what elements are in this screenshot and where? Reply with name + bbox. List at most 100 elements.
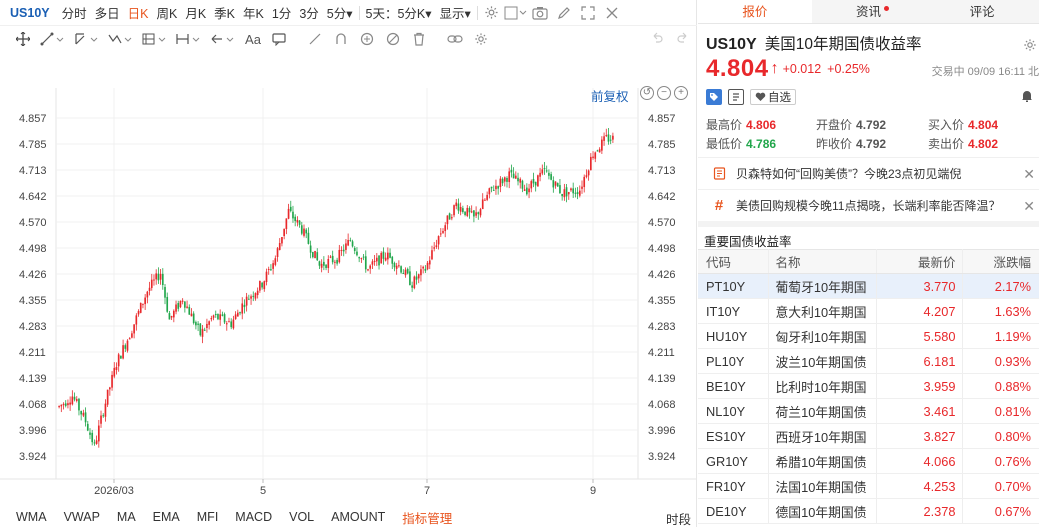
cell-code: ES10Y: [698, 423, 769, 449]
table-row[interactable]: DE10Y 德国10年期国债 2.378 0.67%: [698, 498, 1039, 524]
indicator-mfi[interactable]: MFI: [197, 510, 219, 524]
table-row[interactable]: BE10Y 比利时10年期国 3.959 0.88%: [698, 373, 1039, 399]
bell-icon[interactable]: [1019, 89, 1035, 105]
close-icon[interactable]: [600, 3, 624, 23]
period-5day-dropdown[interactable]: 5天：5分K▾: [362, 3, 436, 22]
period-weekly-k[interactable]: 周K: [152, 3, 181, 22]
crosshair-icon[interactable]: [10, 28, 36, 50]
camera-icon[interactable]: [528, 3, 552, 23]
zoom-in-icon[interactable]: +: [674, 86, 688, 100]
period-daily-k[interactable]: 日K: [124, 3, 153, 22]
ruler-icon[interactable]: [302, 28, 328, 50]
range-measure-icon[interactable]: [172, 28, 206, 50]
undo-icon[interactable]: [644, 28, 670, 50]
candle-body: [192, 313, 195, 324]
arrow-tool-icon[interactable]: [206, 28, 240, 50]
candle-body: [605, 135, 608, 137]
trend-line-icon[interactable]: [36, 28, 70, 50]
note-icon[interactable]: [728, 89, 744, 105]
period-yearly-k[interactable]: 年K: [239, 3, 268, 22]
candle-body: [184, 301, 186, 308]
candle-body: [552, 180, 555, 188]
y-tick-label-left: 4.283: [19, 321, 47, 333]
table-row[interactable]: IT10Y 意大利10年期国 4.207 1.63%: [698, 298, 1039, 324]
quote-panel: 报价 资讯 评论 US10Y 美国10年期国债收益率 4.804 ↑ +0.01…: [698, 0, 1039, 527]
column-header-change[interactable]: 涨跌幅: [962, 249, 1039, 274]
drawing-settings-icon[interactable]: [468, 28, 494, 50]
cell-name: 匈牙利10年期国: [768, 323, 877, 349]
kline-svg[interactable]: 4.857 4.857 4.785 4.785 4.713 4.713 4.642 4.642…: [0, 52, 697, 507]
adjust-mode-button[interactable]: 前复权: [591, 86, 629, 105]
indicator-ema[interactable]: EMA: [153, 510, 180, 524]
session-button[interactable]: 时段: [666, 509, 691, 527]
hide-drawing-icon[interactable]: [380, 28, 406, 50]
table-row[interactable]: FR10Y 法国10年期国债 4.253 0.70%: [698, 473, 1039, 499]
add-watchlist-button[interactable]: 自选: [750, 89, 796, 105]
close-icon[interactable]: ✕: [1023, 198, 1035, 215]
comment-icon[interactable]: [266, 28, 292, 50]
channel-line-icon[interactable]: [70, 28, 104, 50]
candle-body: [517, 177, 519, 182]
indicator-amount[interactable]: AMOUNT: [331, 510, 385, 524]
candle-body: [561, 193, 563, 197]
tag-icon[interactable]: [706, 89, 722, 105]
pencil-icon[interactable]: [552, 3, 576, 23]
table-row[interactable]: HU10Y 匈牙利10年期国 5.580 1.19%: [698, 323, 1039, 349]
reset-icon[interactable]: ↺: [640, 86, 654, 100]
indicator-macd[interactable]: MACD: [235, 510, 272, 524]
cell-change: 0.88%: [962, 373, 1039, 399]
tab-quote[interactable]: 报价: [698, 0, 812, 23]
column-header-name[interactable]: 名称: [768, 249, 877, 274]
period-quarterly-k[interactable]: 季K: [210, 3, 239, 22]
trash-icon[interactable]: [406, 28, 432, 50]
news-item[interactable]: 贝森特如何“回购美债”？今晚23点初见端倪 ✕: [698, 157, 1039, 189]
link-icon[interactable]: [442, 28, 468, 50]
indicator-vol[interactable]: VOL: [289, 510, 314, 524]
news-item[interactable]: # 美债回购规模今晚11点揭晓，长端利率能否降温？ ✕: [698, 189, 1039, 221]
tab-news[interactable]: 资讯: [811, 0, 926, 23]
table-row[interactable]: PL10Y 波兰10年期国债 6.181 0.93%: [698, 348, 1039, 374]
redo-icon[interactable]: [670, 28, 696, 50]
cell-name: 希腊10年期国债: [768, 448, 877, 474]
symbol-label[interactable]: US10Y: [6, 6, 58, 20]
period-1min[interactable]: 1分: [268, 3, 295, 22]
cell-price: 3.827: [876, 423, 963, 449]
kline-chart[interactable]: 4.857 4.857 4.785 4.785 4.713 4.713 4.642 4.642…: [0, 52, 697, 507]
indicator-wma[interactable]: WMA: [16, 510, 47, 524]
candle-body: [289, 206, 292, 211]
indicator-vwap[interactable]: VWAP: [64, 510, 100, 524]
candle-body: [142, 303, 144, 305]
candle-body: [528, 188, 530, 193]
table-row[interactable]: GR10Y 希腊10年期国债 4.066 0.76%: [698, 448, 1039, 474]
table-row[interactable]: ES10Y 西班牙10年期国 3.827 0.80%: [698, 423, 1039, 449]
gear-icon[interactable]: [1023, 38, 1037, 55]
display-dropdown[interactable]: 显示▾: [436, 3, 475, 22]
period-5min-dropdown[interactable]: 5分▾: [323, 3, 357, 22]
fullscreen-icon[interactable]: [576, 3, 600, 23]
period-multiday[interactable]: 多日: [91, 3, 124, 22]
zoom-out-icon[interactable]: −: [657, 86, 671, 100]
candle-body: [417, 274, 420, 279]
indicator-manage-button[interactable]: 指标管理: [402, 508, 452, 527]
candle-body: [320, 263, 323, 268]
quote-tabs: 报价 资讯 评论: [698, 0, 1039, 24]
fibonacci-icon[interactable]: [138, 28, 172, 50]
lock-drawing-icon[interactable]: [354, 28, 380, 50]
period-3min[interactable]: 3分: [295, 3, 322, 22]
wave-pattern-icon[interactable]: [104, 28, 138, 50]
period-intraday[interactable]: 分时: [58, 3, 91, 22]
tab-comments[interactable]: 评论: [925, 0, 1039, 23]
close-icon[interactable]: ✕: [1023, 166, 1035, 183]
table-row[interactable]: NL10Y 荷兰10年期国债 3.461 0.81%: [698, 398, 1039, 424]
magnet-icon[interactable]: [328, 28, 354, 50]
column-header-price[interactable]: 最新价: [876, 249, 963, 274]
settings-icon[interactable]: [480, 3, 504, 23]
candle-body: [283, 228, 285, 237]
cell-change: 0.70%: [962, 473, 1039, 499]
period-monthly-k[interactable]: 月K: [181, 3, 210, 22]
table-row[interactable]: PT10Y 葡萄牙10年期国 3.770 2.17%: [698, 273, 1039, 299]
indicator-ma[interactable]: MA: [117, 510, 136, 524]
window-mode-icon[interactable]: [504, 3, 528, 23]
text-tool-icon[interactable]: Aa: [240, 28, 266, 50]
candle-body: [102, 415, 105, 417]
